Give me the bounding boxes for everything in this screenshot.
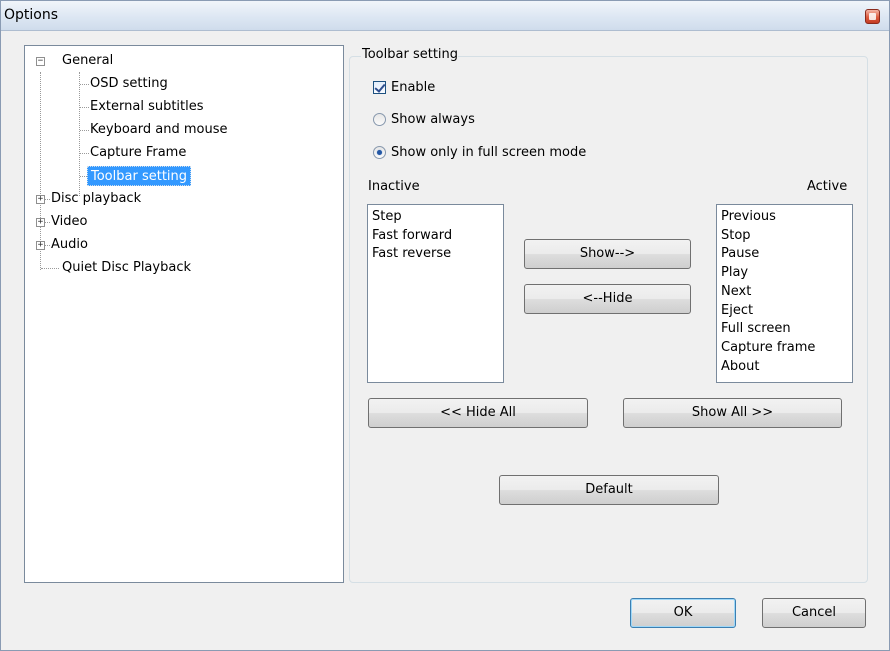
tree-item-osd-setting[interactable]: OSD setting <box>90 74 168 94</box>
tree-line <box>79 72 80 196</box>
inactive-label: Inactive <box>368 179 420 194</box>
show-fullscreen-label: Show only in full screen mode <box>391 145 587 160</box>
window-title: Options <box>4 7 59 23</box>
expand-icon[interactable]: + <box>36 195 45 204</box>
tree-item-capture-frame[interactable]: Capture Frame <box>90 143 186 163</box>
default-button[interactable]: Default <box>499 475 719 505</box>
list-item[interactable]: Full screen <box>721 320 848 339</box>
tree-item-disc-playback[interactable]: Disc playback <box>51 189 141 209</box>
tree-item-video[interactable]: Video <box>51 212 87 232</box>
list-item[interactable]: Fast forward <box>372 227 499 246</box>
list-item[interactable]: About <box>721 358 848 377</box>
list-item[interactable]: Capture frame <box>721 339 848 358</box>
tree-item-external-subtitles[interactable]: External subtitles <box>90 97 204 117</box>
inactive-listbox[interactable]: Step Fast forward Fast reverse <box>367 204 504 383</box>
tree-line <box>80 107 89 108</box>
active-listbox[interactable]: Previous Stop Pause Play Next Eject Full… <box>716 204 853 383</box>
list-item[interactable]: Next <box>721 283 848 302</box>
list-item[interactable]: Previous <box>721 208 848 227</box>
show-button[interactable]: Show--> <box>524 239 691 269</box>
tree-line <box>80 130 89 131</box>
ok-button[interactable]: OK <box>630 598 736 628</box>
close-icon[interactable] <box>865 9 880 24</box>
tree-item-toolbar-setting[interactable]: Toolbar setting <box>87 166 192 186</box>
options-dialog: Options − General OSD setting External s… <box>0 0 890 651</box>
hide-all-button[interactable]: << Hide All <box>368 398 588 428</box>
show-always-label: Show always <box>391 112 475 127</box>
list-item[interactable]: Pause <box>721 245 848 264</box>
group-title: Toolbar setting <box>361 46 459 64</box>
radio-icon[interactable] <box>373 113 386 126</box>
tree-line <box>45 245 50 246</box>
list-item[interactable]: Stop <box>721 227 848 246</box>
tree-item-audio[interactable]: Audio <box>51 235 88 255</box>
tree-line <box>45 199 50 200</box>
title-bar[interactable]: Options <box>1 1 889 31</box>
tree-item-keyboard-and-mouse[interactable]: Keyboard and mouse <box>90 120 227 140</box>
tree-line <box>41 268 59 269</box>
active-label: Active <box>807 179 848 194</box>
expand-icon[interactable]: + <box>36 218 45 227</box>
options-tree[interactable]: − General OSD setting External subtitles… <box>24 45 344 583</box>
cancel-button[interactable]: Cancel <box>762 598 866 628</box>
tree-item-general[interactable]: General <box>62 51 113 71</box>
enable-label: Enable <box>391 80 436 95</box>
radio-selected-icon[interactable] <box>373 146 386 159</box>
collapse-icon[interactable]: − <box>36 57 45 66</box>
checkbox-checked-icon[interactable] <box>373 81 386 94</box>
tree-item-quiet-disc-playback[interactable]: Quiet Disc Playback <box>62 258 191 278</box>
tree-line <box>80 84 89 85</box>
list-item[interactable]: Play <box>721 264 848 283</box>
list-item[interactable]: Step <box>372 208 499 227</box>
hide-button[interactable]: <--Hide <box>524 284 691 314</box>
tree-line <box>80 153 89 154</box>
expand-icon[interactable]: + <box>36 241 45 250</box>
list-item[interactable]: Eject <box>721 302 848 321</box>
tree-line <box>45 222 50 223</box>
show-all-button[interactable]: Show All >> <box>623 398 842 428</box>
list-item[interactable]: Fast reverse <box>372 245 499 264</box>
